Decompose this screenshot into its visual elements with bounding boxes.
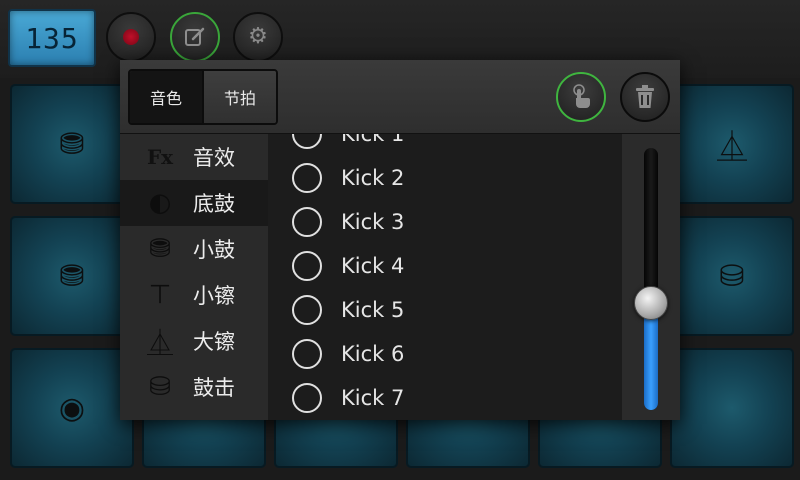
drum-icon: ⛁ [149, 372, 171, 402]
radio-button[interactable] [292, 339, 322, 369]
sound-picker-popup: 音色 节拍 Fx 音效 ◐ 底鼓 ⛃ 小鼓 ⊤ 小镲 ⏅ 大镲 ⛁ 鼓击 Kic… [120, 60, 680, 420]
sound-label: Kick 4 [341, 254, 405, 278]
sound-label: Kick 1 [341, 134, 405, 146]
tab-sounds[interactable]: 音色 [130, 71, 202, 123]
radio-button[interactable] [292, 383, 322, 413]
mode-toggle: 音色 节拍 [128, 69, 278, 125]
snare-drum-icon: ⛃ [149, 234, 171, 264]
category-label: 鼓击 [193, 376, 235, 400]
category-label: 小鼓 [193, 238, 235, 262]
cymbal-icon: ⏅ [717, 130, 747, 165]
bass-drum-icon: ◉ [58, 390, 86, 426]
radio-button[interactable] [292, 295, 322, 325]
pad[interactable]: ⛃ [10, 216, 134, 336]
category-label: 小镲 [193, 284, 235, 308]
category-label: 底鼓 [193, 192, 235, 216]
category-item-kick[interactable]: ◐ 底鼓 [120, 180, 268, 226]
cymbal-icon: ⏅ [146, 328, 173, 359]
bpm-value: 135 [25, 21, 79, 55]
sound-label: Kick 7 [341, 386, 405, 410]
radio-button[interactable] [292, 251, 322, 281]
sound-list: Kick 1 Kick 2 Kick 3 Kick 4 Kick 5 Kick … [268, 134, 622, 420]
sound-label: Kick 6 [341, 342, 405, 366]
gear-icon: ⚙ [248, 24, 268, 49]
settings-button[interactable]: ⚙ [233, 12, 283, 62]
pad[interactable]: ⏅ [670, 84, 794, 204]
pad[interactable]: ⛃ [10, 84, 134, 204]
edit-icon [185, 27, 205, 46]
category-list: Fx 音效 ◐ 底鼓 ⛃ 小鼓 ⊤ 小镲 ⏅ 大镲 ⛁ 鼓击 [120, 134, 268, 420]
tab-beats[interactable]: 节拍 [202, 71, 276, 123]
bpm-display[interactable]: 135 [8, 9, 96, 67]
trash-icon [636, 85, 654, 108]
pad[interactable]: ⛁ [670, 216, 794, 336]
pad[interactable] [670, 348, 794, 468]
category-item-snare[interactable]: ⛃ 小鼓 [120, 226, 268, 272]
radio-button[interactable] [292, 207, 322, 237]
volume-slider-track[interactable] [644, 148, 658, 410]
radio-button[interactable] [292, 163, 322, 193]
bass-drum-icon: ◐ [148, 188, 172, 218]
volume-slider-thumb[interactable] [634, 286, 668, 320]
category-label: 大镲 [193, 330, 235, 354]
sound-label: Kick 2 [341, 166, 405, 190]
record-icon [123, 29, 139, 45]
category-item-fx[interactable]: Fx 音效 [120, 134, 268, 180]
pad[interactable]: ◉ [10, 348, 134, 468]
category-item-hihat[interactable]: ⊤ 小镲 [120, 272, 268, 318]
category-item-cymbal[interactable]: ⏅ 大镲 [120, 318, 268, 364]
popup-header: 音色 节拍 [120, 60, 680, 134]
sound-label: Kick 3 [341, 210, 405, 234]
category-item-percussion[interactable]: ⛁ 鼓击 [120, 364, 268, 410]
sound-label: Kick 5 [341, 298, 405, 322]
snare-drum-icon: ⛃ [59, 126, 85, 162]
delete-button[interactable] [620, 72, 670, 122]
snare-drum-icon: ⛃ [59, 258, 85, 294]
edit-button[interactable] [170, 12, 220, 62]
hihat-icon: ⊤ [148, 280, 172, 310]
category-label: 音效 [193, 146, 235, 170]
radio-button[interactable] [292, 134, 322, 149]
fx-icon: Fx [146, 145, 174, 169]
touch-mode-button[interactable] [556, 72, 606, 122]
touch-hand-icon [573, 84, 590, 108]
volume-slider-panel [622, 134, 680, 420]
record-button[interactable] [106, 12, 156, 62]
tom-drum-icon: ⛁ [719, 258, 745, 294]
